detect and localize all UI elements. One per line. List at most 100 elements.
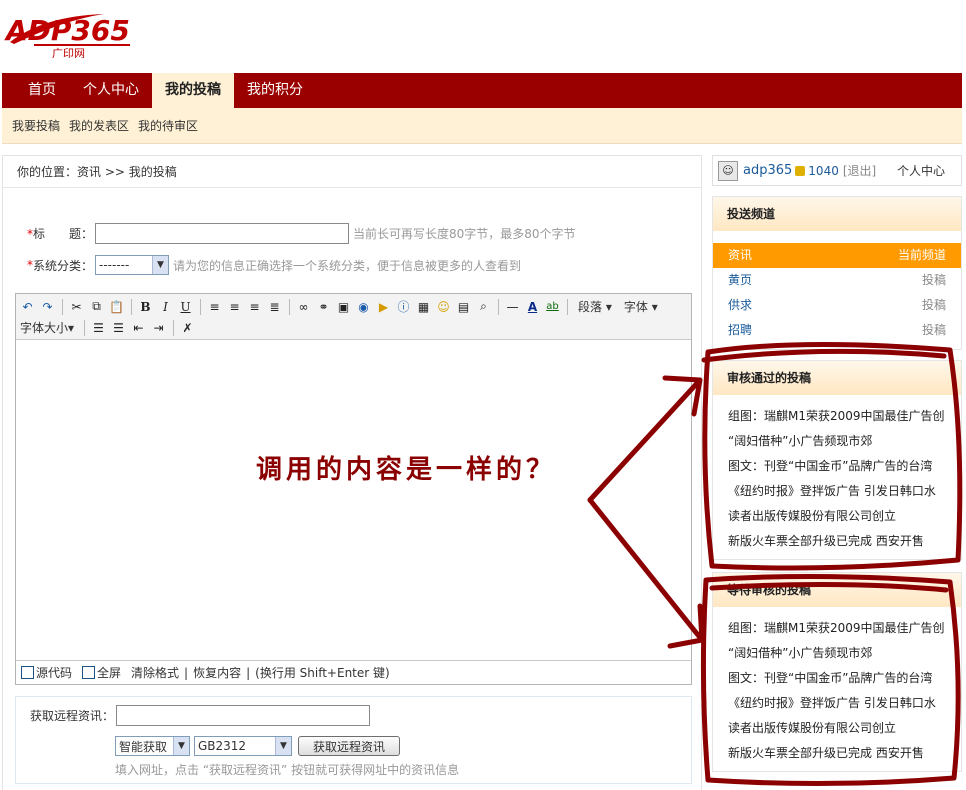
points-value: 1040 [808,163,839,178]
channel-item-jobs[interactable]: 招聘 投稿 [713,318,961,343]
username-link[interactable]: adp365 [743,163,792,178]
align-left-icon[interactable]: ≡ [205,297,224,316]
editor-content-area[interactable] [16,340,691,660]
toolbar-divider [131,298,132,315]
indent-icon[interactable]: ⇥ [149,318,168,337]
sidebar: ☺ adp365 1040 [退出] 个人中心 投送频道 资讯 当前频道 黄页 … [712,155,962,772]
title-label: 标 题： [33,227,94,241]
personal-center-link[interactable]: 个人中心 [897,162,945,179]
unlink-icon[interactable]: ⚭ [314,297,333,316]
flash-icon[interactable]: ◉ [354,297,373,316]
link-icon[interactable]: ∞ [294,297,313,316]
main-nav: 首页 个人中心 我的投稿 我的积分 [2,73,962,108]
fetch-mode-select[interactable]: 智能获取 ▼ [115,736,190,756]
cut-icon[interactable]: ✂ [67,297,86,316]
search-icon[interactable]: ⌕ [474,297,493,316]
smiley-icon[interactable]: ☺ [434,297,453,316]
table-icon[interactable]: ▦ [414,297,433,316]
ordered-list-icon[interactable]: ☰ [89,318,108,337]
approved-item[interactable]: 《纽约时报》登拌饭广告 引发日韩口水 [713,479,961,504]
remote-hint: 填入网址，点击 “获取远程资讯” 按钮就可获得网址中的资讯信息 [115,763,460,777]
approved-item[interactable]: 图文：刊登“中国金币”品牌广告的台湾 [713,454,961,479]
horizontal-rule-icon[interactable]: — [503,297,522,316]
category-row: * 系统分类： ------- ▼ 请为您的信息正确选择一个系统分类，便于信息被… [27,255,521,275]
remote-url-label: 获取远程资讯： [30,709,115,723]
toolbar-divider [200,298,201,315]
title-input[interactable] [95,223,349,244]
copy-icon[interactable]: ⧉ [87,297,106,316]
nav-home[interactable]: 首页 [2,73,70,108]
restore-content-link[interactable]: 恢复内容 [193,664,241,681]
nav-my-points[interactable]: 我的积分 [234,73,316,108]
pending-item[interactable]: “阔妇借种”小广告频现市郊 [713,641,961,666]
toolbar-divider [62,298,63,315]
avatar[interactable]: ☺ [718,160,738,181]
user-bar: ☺ adp365 1040 [退出] 个人中心 [712,155,962,186]
align-right-icon[interactable]: ≡ [245,297,264,316]
bold-icon[interactable]: B [136,297,155,316]
remote-url-input[interactable] [116,705,371,726]
unordered-list-icon[interactable]: ☰ [109,318,128,337]
coin-icon [795,165,806,176]
pending-item[interactable]: 新版火车票全部升级已完成 西安开售 [713,741,961,766]
remove-format-icon[interactable]: ✗ [178,318,197,337]
channel-box: 投送频道 资讯 当前频道 黄页 投稿 供求 投稿 招聘 投稿 [712,196,962,350]
pending-item[interactable]: 组图：瑞麒M1荣获2009中国最佳广告创 [713,616,961,641]
svg-text:ADP365: ADP365 [4,14,130,47]
channel-item-yellow-pages[interactable]: 黄页 投稿 [713,268,961,293]
source-code-toggle[interactable]: 源代码 [21,664,72,681]
pending-box: 等待审核的投稿 组图：瑞麒M1荣获2009中国最佳广告创 “阔妇借种”小广告频现… [712,572,962,772]
logout-link[interactable]: [退出] [843,162,876,179]
toolbar-divider [84,319,86,336]
category-select[interactable]: ------- ▼ [95,255,169,275]
nav-my-submissions[interactable]: 我的投稿 [152,73,234,108]
underline-icon[interactable]: U [176,297,195,316]
image-icon[interactable]: ▣ [334,297,353,316]
category-hint: 请为您的信息正确选择一个系统分类，便于信息被更多的人查看到 [173,258,522,273]
pending-item[interactable]: 读者出版传媒股份有限公司创立 [713,716,961,741]
svg-text:广印网: 广印网 [52,47,85,58]
template-icon[interactable]: ▤ [454,297,473,316]
font-color-icon[interactable]: A [523,297,542,316]
checkbox-icon [21,666,34,679]
pending-item[interactable]: 图文：刊登“中国金币”品牌广告的台湾 [713,666,961,691]
channel-item-news[interactable]: 资讯 当前频道 [713,243,961,268]
site-logo[interactable]: ADP365 广印网 [4,6,138,58]
channel-item-supply[interactable]: 供求 投稿 [713,293,961,318]
title-row: * 标 题： 当前长可再写长度80字节，最多80个字节 [27,223,576,244]
subnav-pending[interactable]: 我的待审区 [138,117,198,134]
chevron-down-icon: ▼ [152,256,168,274]
fetch-remote-button[interactable]: 获取远程资讯 [298,736,401,756]
font-size-dropdown[interactable]: 字体大小▾ [20,319,74,336]
main-panel: 你的位置：资讯 >> 我的投稿 * 标 题： 当前长可再写长度80字节，最多80… [2,155,702,790]
title-hint: 当前长可再写长度80字节，最多80个字节 [353,227,576,241]
align-center-icon[interactable]: ≡ [225,297,244,316]
pending-item[interactable]: 《纽约时报》登拌饭广告 引发日韩口水 [713,691,961,716]
highlight-icon[interactable]: ab [543,297,562,316]
subnav-published[interactable]: 我的发表区 [69,117,129,134]
undo-icon[interactable]: ↶ [18,297,37,316]
outdent-icon[interactable]: ⇤ [129,318,148,337]
media-icon[interactable]: ▶ [374,297,393,316]
redo-icon[interactable]: ↷ [38,297,57,316]
subnav-submit[interactable]: 我要投稿 [12,117,60,134]
italic-icon[interactable]: I [156,297,175,316]
approved-item[interactable]: 新版火车票全部升级已完成 西安开售 [713,529,961,554]
paragraph-dropdown[interactable]: 段落 ▾ [578,298,612,315]
pending-box-title: 等待审核的投稿 [713,573,961,607]
fullscreen-toggle[interactable]: 全屏 [82,664,121,681]
info-icon[interactable]: ⓘ [394,297,413,316]
align-justify-icon[interactable]: ≣ [265,297,284,316]
toolbar-divider [567,298,568,315]
encoding-select[interactable]: GB2312 ▼ [194,736,292,756]
nav-personal-center[interactable]: 个人中心 [70,73,152,108]
paste-icon[interactable]: 📋 [107,297,126,316]
clear-format-link[interactable]: 清除格式 [131,664,179,681]
toolbar-divider [173,319,175,336]
approved-item[interactable]: 组图：瑞麒M1荣获2009中国最佳广告创 [713,404,961,429]
approved-item[interactable]: 读者出版传媒股份有限公司创立 [713,504,961,529]
chevron-down-icon: ▼ [275,737,291,755]
approved-item[interactable]: “阔妇借种”小广告频现市郊 [713,429,961,454]
font-dropdown[interactable]: 字体 ▾ [624,298,658,315]
footer-separator: | [246,665,251,680]
